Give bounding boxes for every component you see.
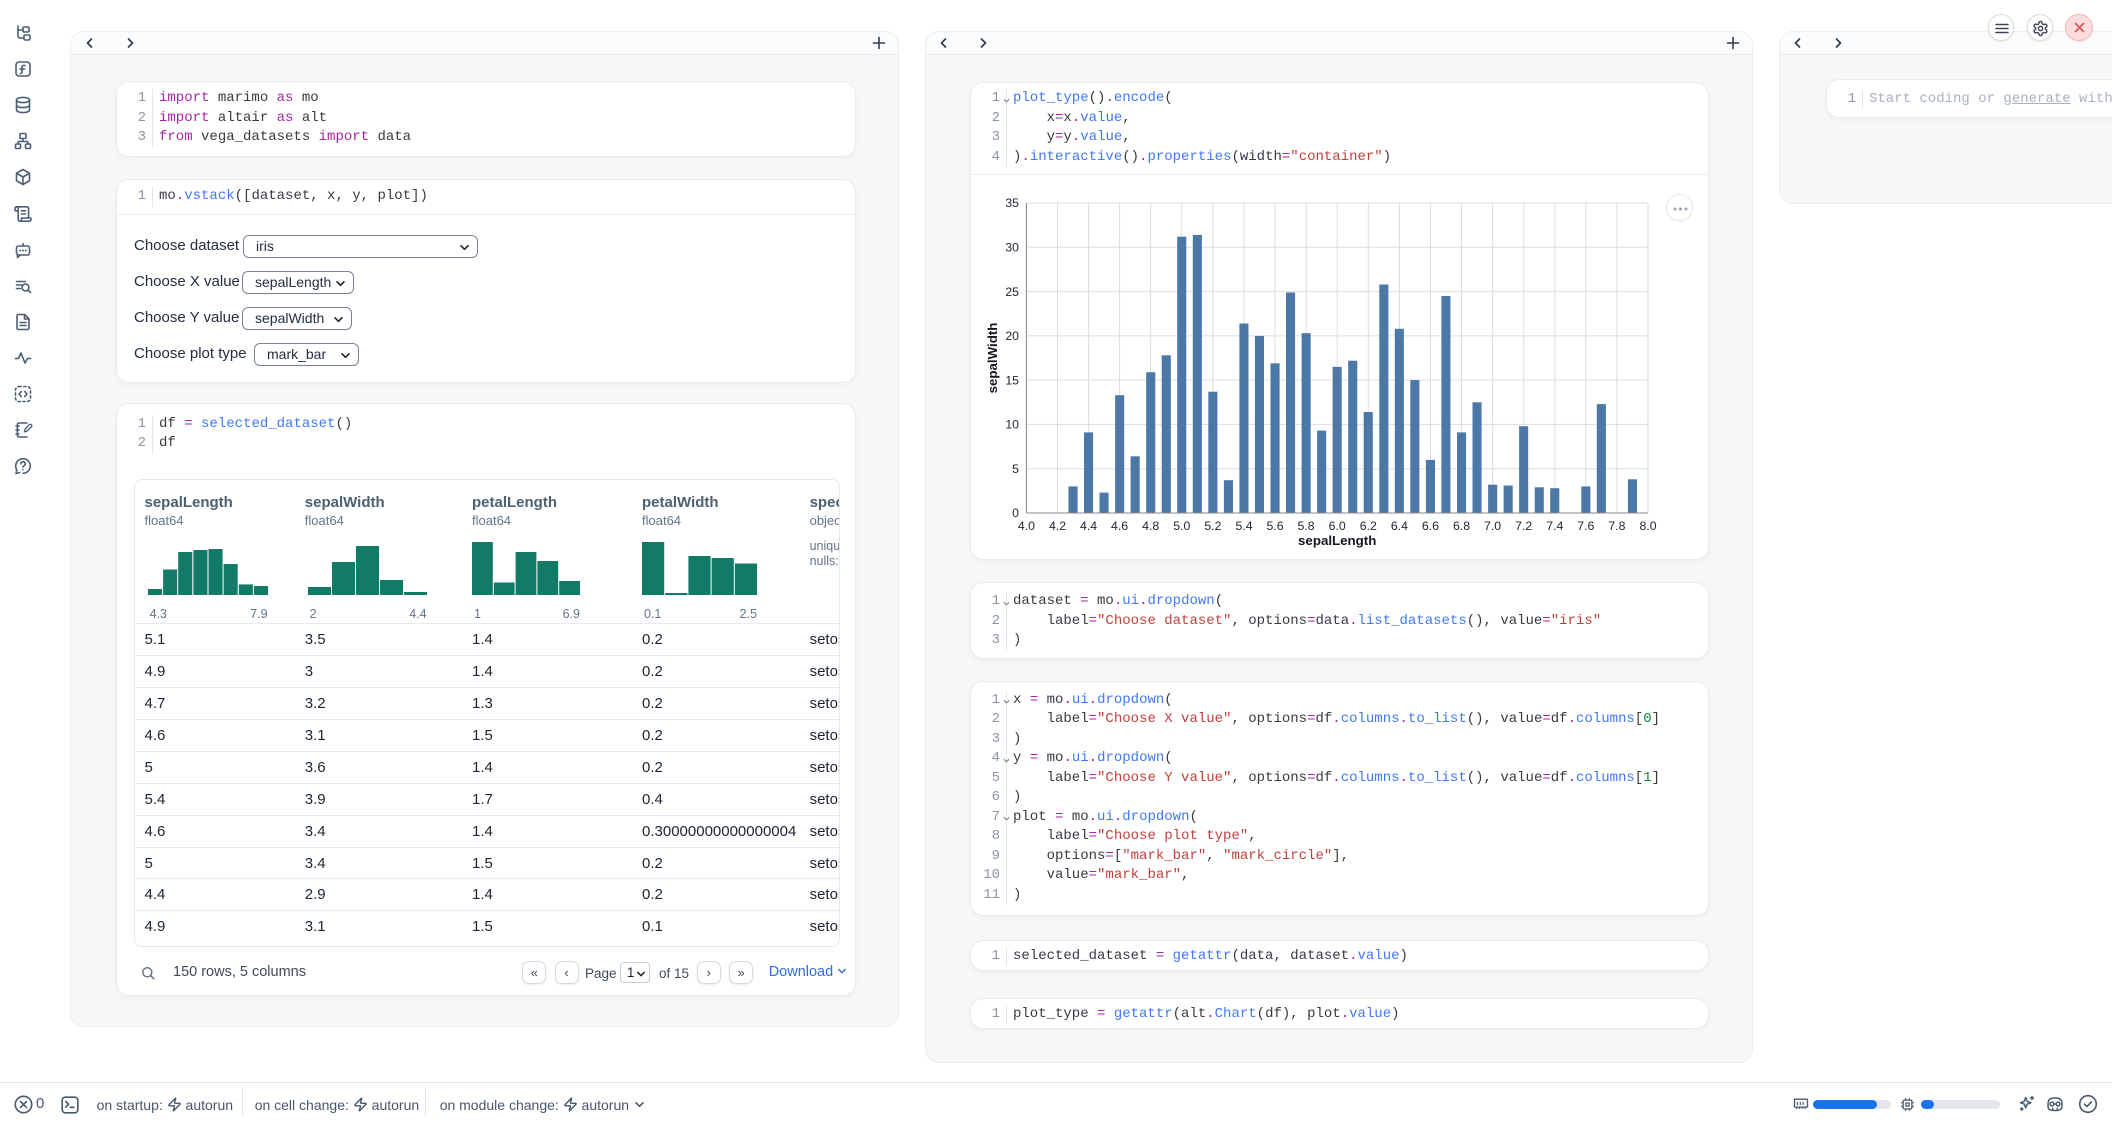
svg-text:4.2: 4.2	[1049, 519, 1066, 533]
svg-text:5.4: 5.4	[1235, 519, 1252, 533]
svg-text:5.6: 5.6	[1266, 519, 1283, 533]
svg-text:6.4: 6.4	[1391, 519, 1408, 533]
svg-text:6.0: 6.0	[1329, 519, 1346, 533]
svg-text:0: 0	[1012, 506, 1019, 520]
svg-text:5.2: 5.2	[1204, 519, 1221, 533]
svg-text:6.8: 6.8	[1453, 519, 1470, 533]
svg-text:8.0: 8.0	[1639, 519, 1656, 533]
svg-text:5.8: 5.8	[1298, 519, 1315, 533]
svg-text:4.8: 4.8	[1142, 519, 1159, 533]
svg-text:4.0: 4.0	[1018, 519, 1035, 533]
svg-text:5.0: 5.0	[1173, 519, 1190, 533]
svg-text:7.0: 7.0	[1484, 519, 1501, 533]
svg-text:10: 10	[1005, 418, 1019, 432]
svg-text:30: 30	[1005, 241, 1019, 255]
svg-text:4.6: 4.6	[1111, 519, 1128, 533]
svg-text:4.4: 4.4	[1080, 519, 1097, 533]
svg-text:7.4: 7.4	[1546, 519, 1563, 533]
svg-text:5: 5	[1012, 462, 1019, 476]
svg-text:25: 25	[1005, 285, 1019, 299]
svg-text:sepalLength: sepalLength	[1298, 533, 1376, 548]
svg-text:7.6: 7.6	[1577, 519, 1594, 533]
svg-text:7.2: 7.2	[1515, 519, 1532, 533]
svg-text:sepalWidth: sepalWidth	[985, 323, 1000, 394]
svg-text:15: 15	[1005, 373, 1019, 387]
svg-text:20: 20	[1005, 329, 1019, 343]
svg-text:6.6: 6.6	[1422, 519, 1439, 533]
svg-text:7.8: 7.8	[1608, 519, 1625, 533]
svg-text:6.2: 6.2	[1360, 519, 1377, 533]
svg-text:35: 35	[1005, 196, 1019, 210]
